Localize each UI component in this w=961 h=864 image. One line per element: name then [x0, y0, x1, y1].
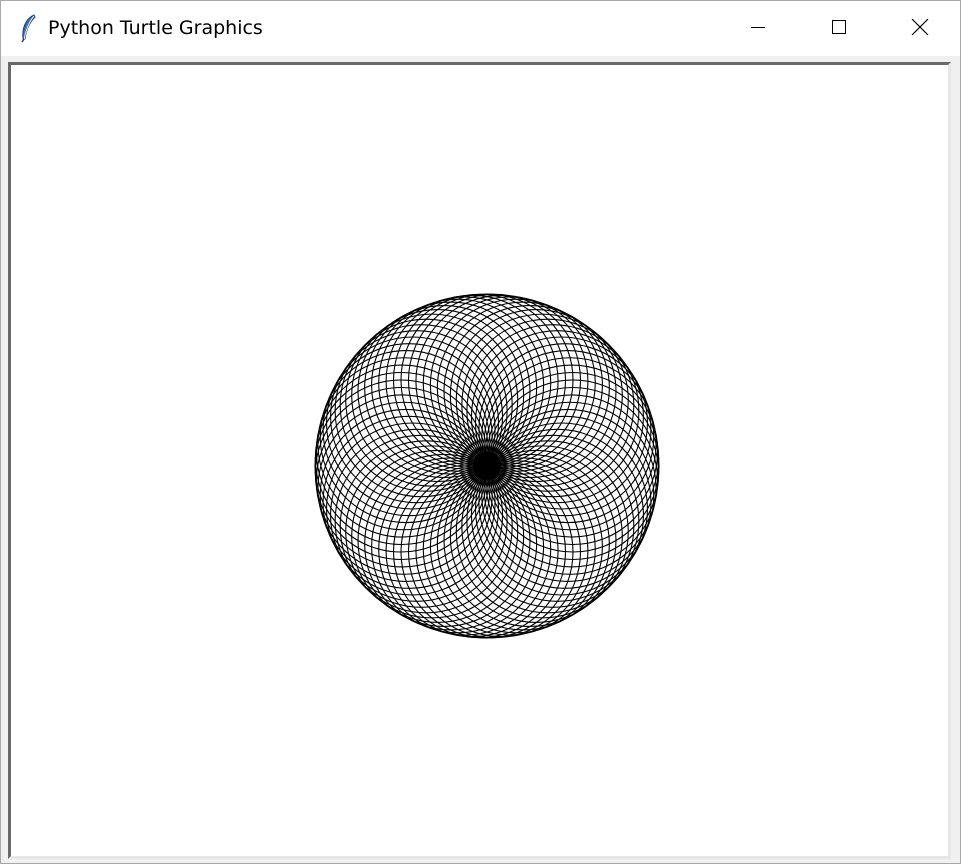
center-blob: [473, 452, 501, 480]
spirograph-drawing: [314, 293, 660, 639]
close-button[interactable]: [880, 1, 960, 56]
close-icon: [911, 18, 929, 40]
turtle-canvas[interactable]: [11, 65, 948, 856]
turtle-window: Python Turtle Graphics: [0, 0, 961, 864]
window-title: Python Turtle Graphics: [48, 17, 263, 39]
feather-icon: [19, 13, 39, 43]
canvas-frame: [8, 62, 951, 859]
maximize-button[interactable]: [799, 1, 879, 56]
maximize-icon: [831, 19, 847, 39]
client-area: [1, 56, 960, 863]
title-bar[interactable]: Python Turtle Graphics: [1, 1, 960, 56]
minimize-icon: [750, 19, 766, 39]
minimize-button[interactable]: [718, 1, 798, 56]
